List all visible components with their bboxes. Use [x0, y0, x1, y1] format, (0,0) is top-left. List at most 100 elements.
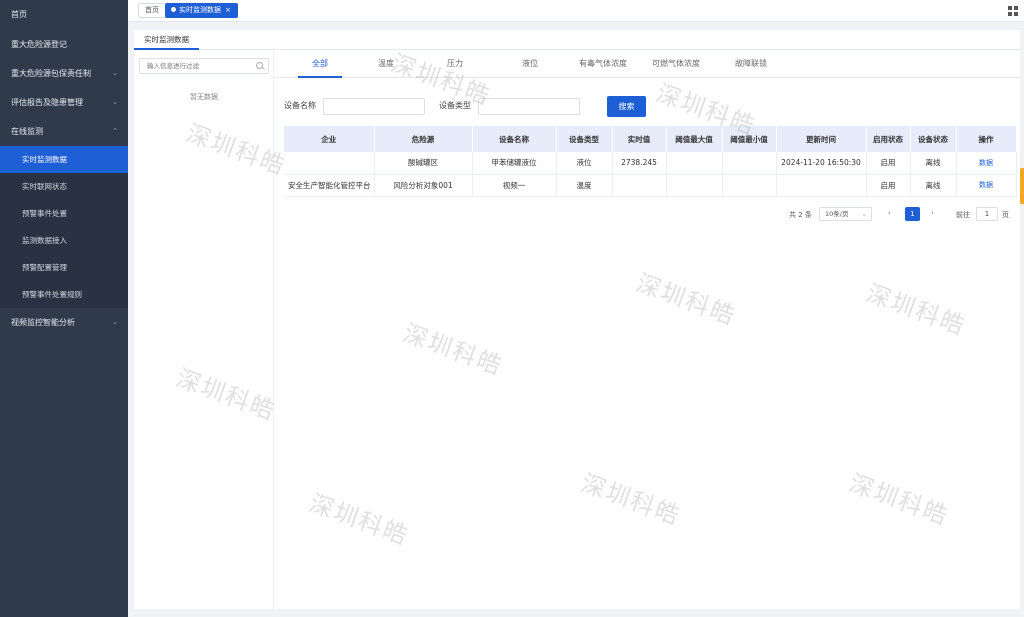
next-page-icon[interactable]: › [931, 209, 934, 217]
search-button[interactable]: 搜索 [607, 96, 646, 117]
page-label: 页 [1002, 211, 1009, 219]
table-row: 酸碱罐区 甲苯储罐液位 液位 2738.245 2024-11-20 16:50… [284, 152, 1017, 175]
col-header-hazard: 危险源 [374, 126, 473, 152]
tree-column: 暂无数据 [134, 50, 274, 609]
sidebar-item-responsibility[interactable]: 重大危险源包保责任制 ⌄ [0, 59, 128, 88]
cell-realtime [612, 174, 667, 197]
col-header-device-status: 设备状态 [910, 126, 957, 152]
tab-temperature[interactable]: 温度 [366, 50, 406, 78]
search-icon[interactable] [256, 62, 263, 69]
cell-update-time [776, 174, 867, 197]
cell-min [722, 152, 777, 175]
sidebar-item-home[interactable]: 首页 [0, 0, 128, 29]
cell-max [666, 152, 723, 175]
col-header-max: 阈值最大值 [666, 126, 723, 152]
category-tabs: 全部 温度 压力 液位 有毒气体浓度 可燃气体浓度 故障联锁 [274, 50, 1020, 78]
col-header-min: 阈值最小值 [722, 126, 777, 152]
tab-fault-interlock[interactable]: 故障联锁 [726, 50, 776, 78]
tab-pressure[interactable]: 压力 [435, 50, 475, 78]
table-row: 安全生产智能化管控平台 风险分析对象001 视频一 温度 启用 离线 数据 [284, 174, 1017, 197]
cell-max [666, 174, 723, 197]
cell-enterprise [284, 152, 375, 175]
col-header-realtime: 实时值 [612, 126, 667, 152]
sidebar-item-label: 重大危险源登记 [11, 40, 67, 49]
device-name-input[interactable] [323, 98, 425, 115]
col-header-device-name: 设备名称 [472, 126, 557, 152]
tab-toxic-gas[interactable]: 有毒气体浓度 [573, 50, 633, 78]
pagination: 共 2 条 10条/页 ⌄ ‹ 1 › 前往 1 页 [274, 206, 1020, 224]
cell-hazard: 酸碱罐区 [374, 152, 473, 175]
sidebar-item-video-analysis[interactable]: 视频监控智能分析 ⌄ [0, 308, 128, 337]
main-panel: 实时监测数据 暂无数据 全部 温度 压力 液位 有毒气体浓度 可燃气体浓度 故障… [134, 30, 1020, 609]
tab-level[interactable]: 液位 [510, 50, 550, 78]
grid-icon[interactable] [1008, 6, 1018, 16]
cell-update-time: 2024-11-20 16:50:30 [776, 152, 867, 175]
cell-device-status: 离线 [910, 152, 957, 175]
chevron-down-icon: ⌄ [861, 210, 867, 218]
cell-enabled: 启用 [866, 174, 911, 197]
side-drawer-handle[interactable] [1020, 168, 1024, 204]
empty-text: 暂无数据 [190, 93, 218, 101]
data-link[interactable]: 数据 [979, 181, 993, 189]
data-link[interactable]: 数据 [979, 159, 993, 167]
sidebar-subitem-alarm-handling[interactable]: 预警事件处置 [0, 200, 128, 227]
cell-enabled: 启用 [866, 152, 911, 175]
cell-device-status: 离线 [910, 174, 957, 197]
tab-home[interactable]: 首页 [138, 3, 166, 18]
sidebar: 首页 重大危险源登记 重大危险源包保责任制 ⌄ 评估报告及隐患管理 ⌄ 在线监测 ⌃ … [0, 0, 128, 617]
col-header-enterprise: 企业 [284, 126, 375, 152]
chevron-down-icon: ⌄ [112, 98, 118, 106]
sidebar-item-label: 首页 [11, 10, 27, 19]
tab-label: 实时监测数据 [179, 6, 221, 14]
cell-min [722, 174, 777, 197]
cell-enterprise: 安全生产智能化管控平台 [284, 174, 375, 197]
sidebar-subitem-network-status[interactable]: 实时联网状态 [0, 173, 128, 200]
col-header-action: 操作 [956, 126, 1017, 152]
filter-box [139, 58, 269, 74]
col-header-update-time: 更新时间 [776, 126, 867, 152]
tab-all[interactable]: 全部 [298, 50, 342, 78]
cell-action: 数据 [956, 174, 1017, 197]
sidebar-item-online-monitoring[interactable]: 在线监测 ⌃ [0, 117, 128, 146]
active-dot-icon [171, 7, 176, 12]
device-type-label: 设备类型 [439, 101, 471, 110]
sidebar-subitem-realtime-data[interactable]: 实时监测数据 [0, 146, 128, 173]
sidebar-item-assessment[interactable]: 评估报告及隐患管理 ⌄ [0, 88, 128, 117]
page-title[interactable]: 实时监测数据 [134, 30, 199, 50]
chevron-up-icon: ⌃ [112, 127, 118, 135]
page-size-value: 10条/页 [825, 210, 849, 218]
device-type-select[interactable] [478, 98, 580, 115]
chevron-down-icon: ⌄ [112, 69, 118, 77]
search-row: 设备名称 设备类型 搜索 [274, 96, 1020, 118]
total-count: 共 2 条 [789, 211, 812, 219]
tabs-bar: 首页 实时监测数据 × [128, 0, 1024, 22]
col-header-enabled: 启用状态 [866, 126, 911, 152]
sidebar-item-label: 在线监测 [11, 127, 43, 136]
device-name-label: 设备名称 [284, 101, 316, 110]
goto-label: 前往 [956, 211, 970, 219]
cell-action: 数据 [956, 152, 1017, 175]
current-page-button[interactable]: 1 [905, 207, 920, 221]
sidebar-item-label: 评估报告及隐患管理 [11, 98, 83, 107]
col-header-device-type: 设备类型 [556, 126, 613, 152]
tab-realtime-data[interactable]: 实时监测数据 × [165, 3, 238, 18]
sidebar-subitem-data-access[interactable]: 监测数据接入 [0, 227, 128, 254]
table-header-row: 企业 危险源 设备名称 设备类型 实时值 阈值最大值 阈值最小值 更新时间 启用… [284, 126, 1017, 152]
jump-page-input[interactable]: 1 [976, 207, 998, 221]
cell-hazard: 风险分析对象001 [374, 174, 473, 197]
cell-device-name: 甲苯储罐液位 [472, 152, 557, 175]
prev-page-icon[interactable]: ‹ [888, 209, 891, 217]
tab-combustible-gas[interactable]: 可燃气体浓度 [646, 50, 706, 78]
sidebar-subitem-alarm-config[interactable]: 预警配置管理 [0, 254, 128, 281]
sidebar-subitem-alarm-rules[interactable]: 预警事件处置规则 [0, 281, 128, 308]
page-size-select[interactable]: 10条/页 ⌄ [819, 207, 872, 221]
filter-input[interactable] [140, 59, 250, 73]
panel-header: 实时监测数据 [134, 30, 1020, 50]
sidebar-item-label: 视频监控智能分析 [11, 318, 75, 327]
sidebar-item-label: 重大危险源包保责任制 [11, 69, 91, 78]
close-icon[interactable]: × [225, 6, 231, 14]
cell-device-type: 液位 [556, 152, 613, 175]
cell-realtime: 2738.245 [612, 152, 667, 175]
monitoring-table: 企业 危险源 设备名称 设备类型 实时值 阈值最大值 阈值最小值 更新时间 启用… [284, 126, 1017, 197]
sidebar-item-major-hazard-register[interactable]: 重大危险源登记 [0, 30, 128, 59]
